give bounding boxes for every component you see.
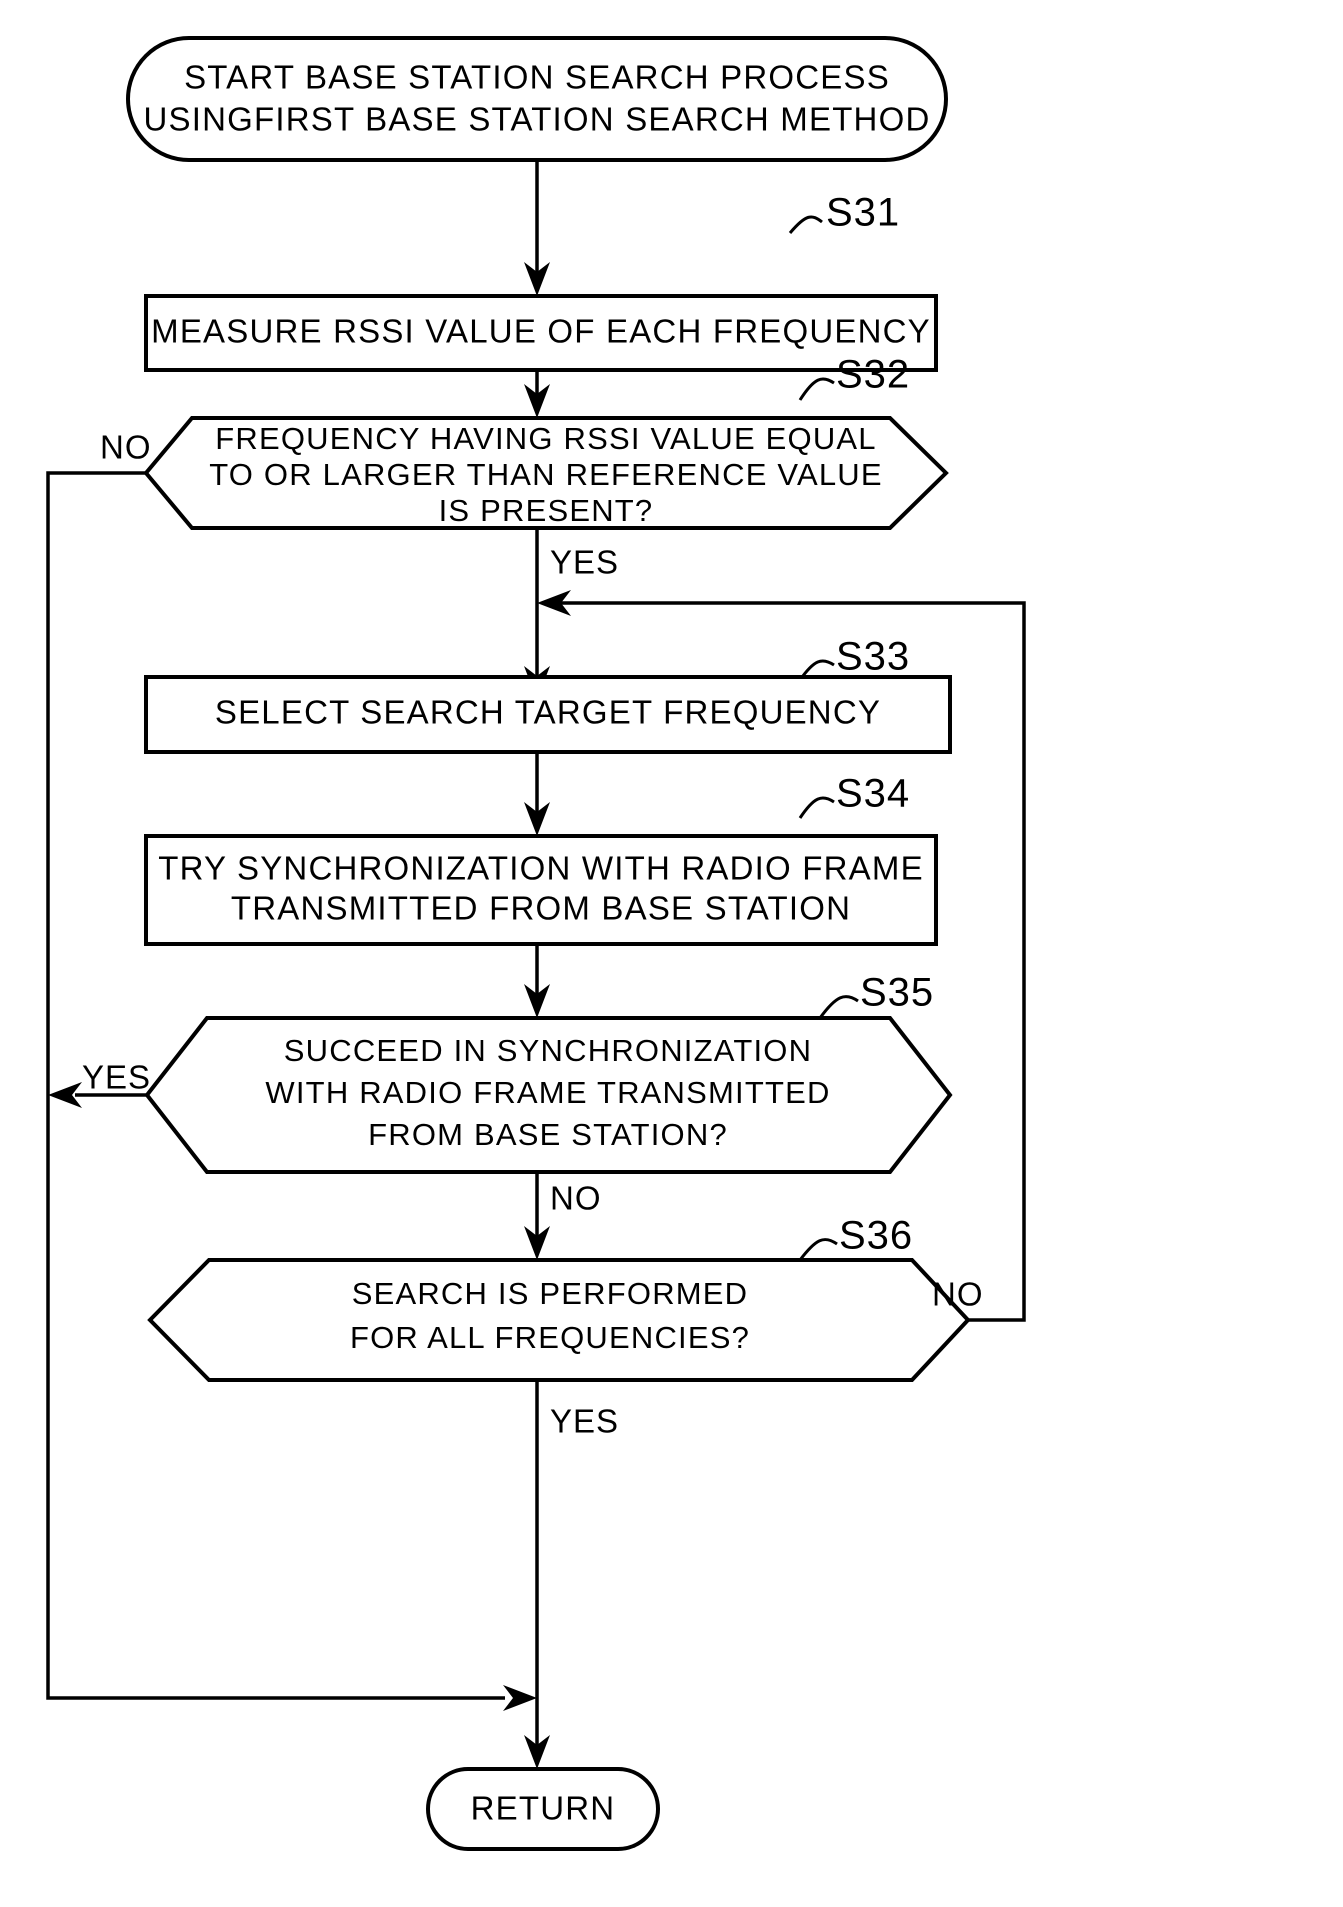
- step-label-s33: S33: [836, 635, 910, 679]
- s35-leader-line: [818, 995, 859, 1019]
- step-label-s31-group: S31: [788, 191, 900, 235]
- step-label-s34-group: S34: [798, 772, 910, 819]
- step-label-s31: S31: [826, 191, 900, 235]
- edge-s35-yes: YES: [48, 1059, 151, 1108]
- flowchart-canvas: START BASE STATION SEARCH PROCESS USINGF…: [46, 36, 1026, 1851]
- s34-line-2: TRANSMITTED FROM BASE STATION: [231, 890, 851, 927]
- s32-leader-line: [798, 377, 835, 401]
- node-s31: MEASURE RSSI VALUE OF EACH FREQUENCY: [144, 294, 938, 372]
- s35-line-3: FROM BASE STATION?: [368, 1117, 728, 1152]
- arrowhead-right-icon: [503, 1685, 537, 1711]
- start-line-2: USINGFIRST BASE STATION SEARCH METHOD: [144, 101, 931, 138]
- edge-s36-yes: YES: [524, 1380, 619, 1769]
- s31-line-1: MEASURE RSSI VALUE OF EACH FREQUENCY: [151, 313, 931, 350]
- edge-label-s36-no: NO: [932, 1276, 984, 1313]
- start-terminator-shape: [126, 36, 948, 162]
- start-line-1: START BASE STATION SEARCH PROCESS: [184, 59, 890, 96]
- node-return: RETURN: [426, 1767, 660, 1851]
- edge-label-s32-no: NO: [100, 429, 152, 466]
- step-label-s36: S36: [839, 1214, 913, 1258]
- node-s33: SELECT SEARCH TARGET FREQUENCY: [144, 675, 952, 754]
- edge-s31-to-s32: [524, 370, 550, 418]
- edge-start-to-s31: [524, 160, 550, 296]
- s36-line-1: SEARCH IS PERFORMED: [352, 1276, 749, 1311]
- step-label-s35-group: S35: [818, 971, 934, 1019]
- step-label-s36-group: S36: [798, 1214, 913, 1261]
- edge-label-s32-yes: YES: [550, 544, 619, 581]
- edge-s32-yes: YES: [524, 528, 619, 700]
- s35-line-1: SUCCEED IN SYNCHRONIZATION: [284, 1033, 812, 1068]
- node-s35: SUCCEED IN SYNCHRONIZATION WITH RADIO FR…: [144, 1016, 953, 1174]
- step-label-s35: S35: [860, 971, 934, 1015]
- step-label-s33-group: S33: [798, 635, 910, 681]
- edge-s33-to-s34: [524, 752, 550, 836]
- edge-s35-no: NO: [524, 1172, 602, 1260]
- s31-leader-line: [788, 215, 823, 234]
- node-s36: SEARCH IS PERFORMED FOR ALL FREQUENCIES?: [147, 1258, 971, 1382]
- s36-leader-line: [798, 1238, 838, 1261]
- s34-line-1: TRY SYNCHRONIZATION WITH RADIO FRAME: [158, 850, 924, 887]
- s35-line-2: WITH RADIO FRAME TRANSMITTED: [265, 1075, 830, 1110]
- node-start: START BASE STATION SEARCH PROCESS USINGF…: [126, 36, 948, 162]
- step-label-s32: S32: [836, 353, 910, 397]
- edge-label-s35-yes: YES: [82, 1059, 151, 1096]
- edge-label-s36-yes: YES: [550, 1403, 619, 1440]
- s32-line-2: TO OR LARGER THAN REFERENCE VALUE: [209, 457, 883, 492]
- s33-line-1: SELECT SEARCH TARGET FREQUENCY: [215, 694, 881, 731]
- s34-leader-line: [798, 796, 835, 819]
- node-s32: FREQUENCY HAVING RSSI VALUE EQUAL TO OR …: [143, 416, 949, 530]
- s36-line-2: FOR ALL FREQUENCIES?: [350, 1320, 750, 1355]
- edge-s34-to-s35: [524, 944, 550, 1018]
- s32-line-1: FREQUENCY HAVING RSSI VALUE EQUAL: [215, 421, 876, 456]
- flowchart-diagram: START BASE STATION SEARCH PROCESS USINGF…: [0, 0, 1343, 1907]
- node-s34: TRY SYNCHRONIZATION WITH RADIO FRAME TRA…: [144, 834, 938, 946]
- edge-label-s35-no: NO: [550, 1180, 602, 1217]
- return-line-1: RETURN: [471, 1790, 616, 1827]
- step-label-s34: S34: [836, 772, 910, 816]
- s32-line-3: IS PRESENT?: [439, 493, 654, 528]
